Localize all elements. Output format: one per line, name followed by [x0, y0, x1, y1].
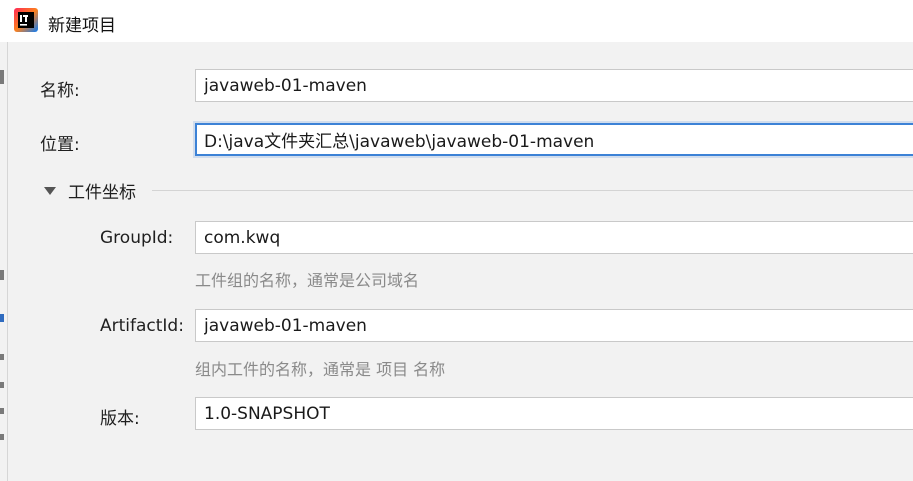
section-divider [152, 190, 913, 191]
artifact-id-label: ArtifactId: [100, 316, 184, 336]
artifact-id-input[interactable] [195, 309, 913, 342]
group-id-hint: 工件组的名称，通常是公司域名 [195, 271, 420, 290]
group-id-input[interactable] [195, 221, 913, 254]
triangle-expanded-icon [44, 187, 56, 195]
name-label: 名称: [40, 81, 80, 101]
artifact-id-hint: 组内工件的名称，通常是 项目 名称 [195, 360, 446, 379]
intellij-idea-icon [14, 8, 38, 32]
version-label: 版本: [100, 409, 140, 429]
artifact-coordinates-toggle[interactable]: 工件坐标 [44, 178, 136, 203]
window-title: 新建项目 [48, 16, 116, 36]
version-input[interactable] [195, 397, 913, 430]
group-id-label: GroupId: [100, 228, 174, 248]
title-bar: 新建项目 [0, 0, 913, 42]
location-label: 位置: [40, 135, 80, 155]
section-label: 工件坐标 [68, 182, 136, 203]
left-window-edge [0, 42, 8, 481]
location-input[interactable] [195, 123, 913, 156]
name-input[interactable] [195, 69, 913, 102]
